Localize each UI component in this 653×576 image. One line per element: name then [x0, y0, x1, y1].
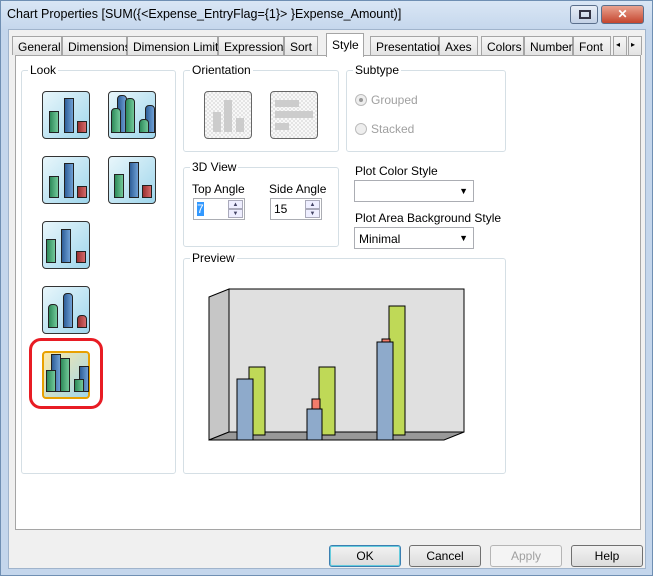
tab-axes[interactable]: Axes	[439, 36, 478, 55]
plot-color-style-label: Plot Color Style	[355, 164, 438, 178]
horizontal-orientation-button[interactable]	[270, 91, 318, 139]
close-button[interactable]: ✕	[601, 5, 644, 24]
tab-presentation[interactable]: Presentation	[370, 36, 443, 55]
tab-style[interactable]: Style	[326, 33, 364, 57]
grouped-label: Grouped	[371, 93, 418, 107]
look-option-6[interactable]	[42, 286, 90, 334]
side-angle-spinner[interactable]: 15 ▲ ▼	[270, 198, 322, 220]
restore-icon	[579, 10, 591, 19]
radio-checked-icon	[355, 94, 367, 106]
look-group: Look	[21, 63, 176, 474]
tab-colors[interactable]: Colors	[481, 36, 524, 55]
stacked-label: Stacked	[371, 122, 415, 136]
preview-chart	[208, 288, 465, 441]
preview-bar	[376, 341, 394, 441]
tab-scroll-left-button[interactable]: ◂	[613, 36, 627, 55]
tab-sort[interactable]: Sort	[284, 36, 318, 55]
dialog-window: Chart Properties [SUM({<Expense_EntryFla…	[0, 0, 653, 576]
spin-up-icon[interactable]: ▲	[305, 200, 320, 209]
window-title: Chart Properties [SUM({<Expense_EntryFla…	[7, 7, 402, 21]
look-option-5[interactable]	[42, 221, 90, 269]
look-option-2[interactable]	[108, 91, 156, 139]
orientation-label: Orientation	[190, 63, 253, 77]
preview-side-wall	[208, 288, 230, 441]
restore-button[interactable]	[570, 5, 598, 24]
tab-font[interactable]: Font	[573, 36, 611, 55]
help-button[interactable]: Help	[571, 545, 643, 567]
3d-view-label: 3D View	[190, 160, 239, 174]
plot-color-style-dropdown[interactable]: ▼	[354, 180, 474, 202]
plot-area-background-style-value: Minimal	[359, 232, 401, 246]
look-option-3[interactable]	[42, 156, 90, 204]
plot-area-background-style-label: Plot Area Background Style	[355, 211, 502, 225]
look-label: Look	[28, 63, 59, 77]
3d-view-group: 3D View Top Angle Side Angle 7 ▲ ▼ 15 ▲ ▼	[183, 160, 339, 247]
stacked-radio[interactable]: Stacked	[355, 122, 414, 136]
chevron-down-icon: ▼	[459, 186, 468, 196]
look-option-4[interactable]	[108, 156, 156, 204]
grouped-radio[interactable]: Grouped	[355, 93, 418, 107]
tab-expressions[interactable]: Expressions	[218, 36, 289, 55]
radio-unchecked-icon	[355, 123, 367, 135]
top-angle-label: Top Angle	[192, 182, 245, 196]
subtype-label: Subtype	[353, 63, 402, 77]
spin-down-icon[interactable]: ▼	[228, 209, 243, 218]
style-panel: Look Orientation Subtype Grouped Stacked…	[15, 55, 641, 530]
chevron-down-icon: ▼	[459, 233, 468, 243]
preview-bar	[236, 378, 254, 441]
apply-button[interactable]: Apply	[490, 545, 562, 567]
top-angle-value[interactable]: 7	[197, 202, 204, 216]
tab-dimension-limits[interactable]: Dimension Limits	[127, 36, 224, 55]
preview-bar	[306, 408, 323, 441]
top-angle-spinner[interactable]: 7 ▲ ▼	[193, 198, 245, 220]
spin-up-icon[interactable]: ▲	[228, 200, 243, 209]
orientation-group: Orientation	[183, 63, 339, 152]
tab-dimensions[interactable]: Dimensions	[62, 36, 131, 55]
vertical-orientation-button[interactable]	[204, 91, 252, 139]
side-angle-label: Side Angle	[269, 182, 327, 196]
tab-scroll-right-button[interactable]: ▸	[628, 36, 642, 55]
cancel-button[interactable]: Cancel	[409, 545, 481, 567]
close-icon: ✕	[617, 7, 628, 21]
ok-button[interactable]: OK	[329, 545, 401, 567]
spin-down-icon[interactable]: ▼	[305, 209, 320, 218]
side-angle-value[interactable]: 15	[274, 202, 287, 216]
tab-number[interactable]: Number	[524, 36, 573, 55]
selection-highlight-ring	[29, 338, 103, 409]
subtype-group: Subtype Grouped Stacked	[346, 63, 506, 152]
tab-general[interactable]: General	[12, 36, 62, 55]
plot-area-background-style-dropdown[interactable]: Minimal ▼	[354, 227, 474, 249]
preview-group: Preview	[183, 251, 506, 474]
look-option-1[interactable]	[42, 91, 90, 139]
